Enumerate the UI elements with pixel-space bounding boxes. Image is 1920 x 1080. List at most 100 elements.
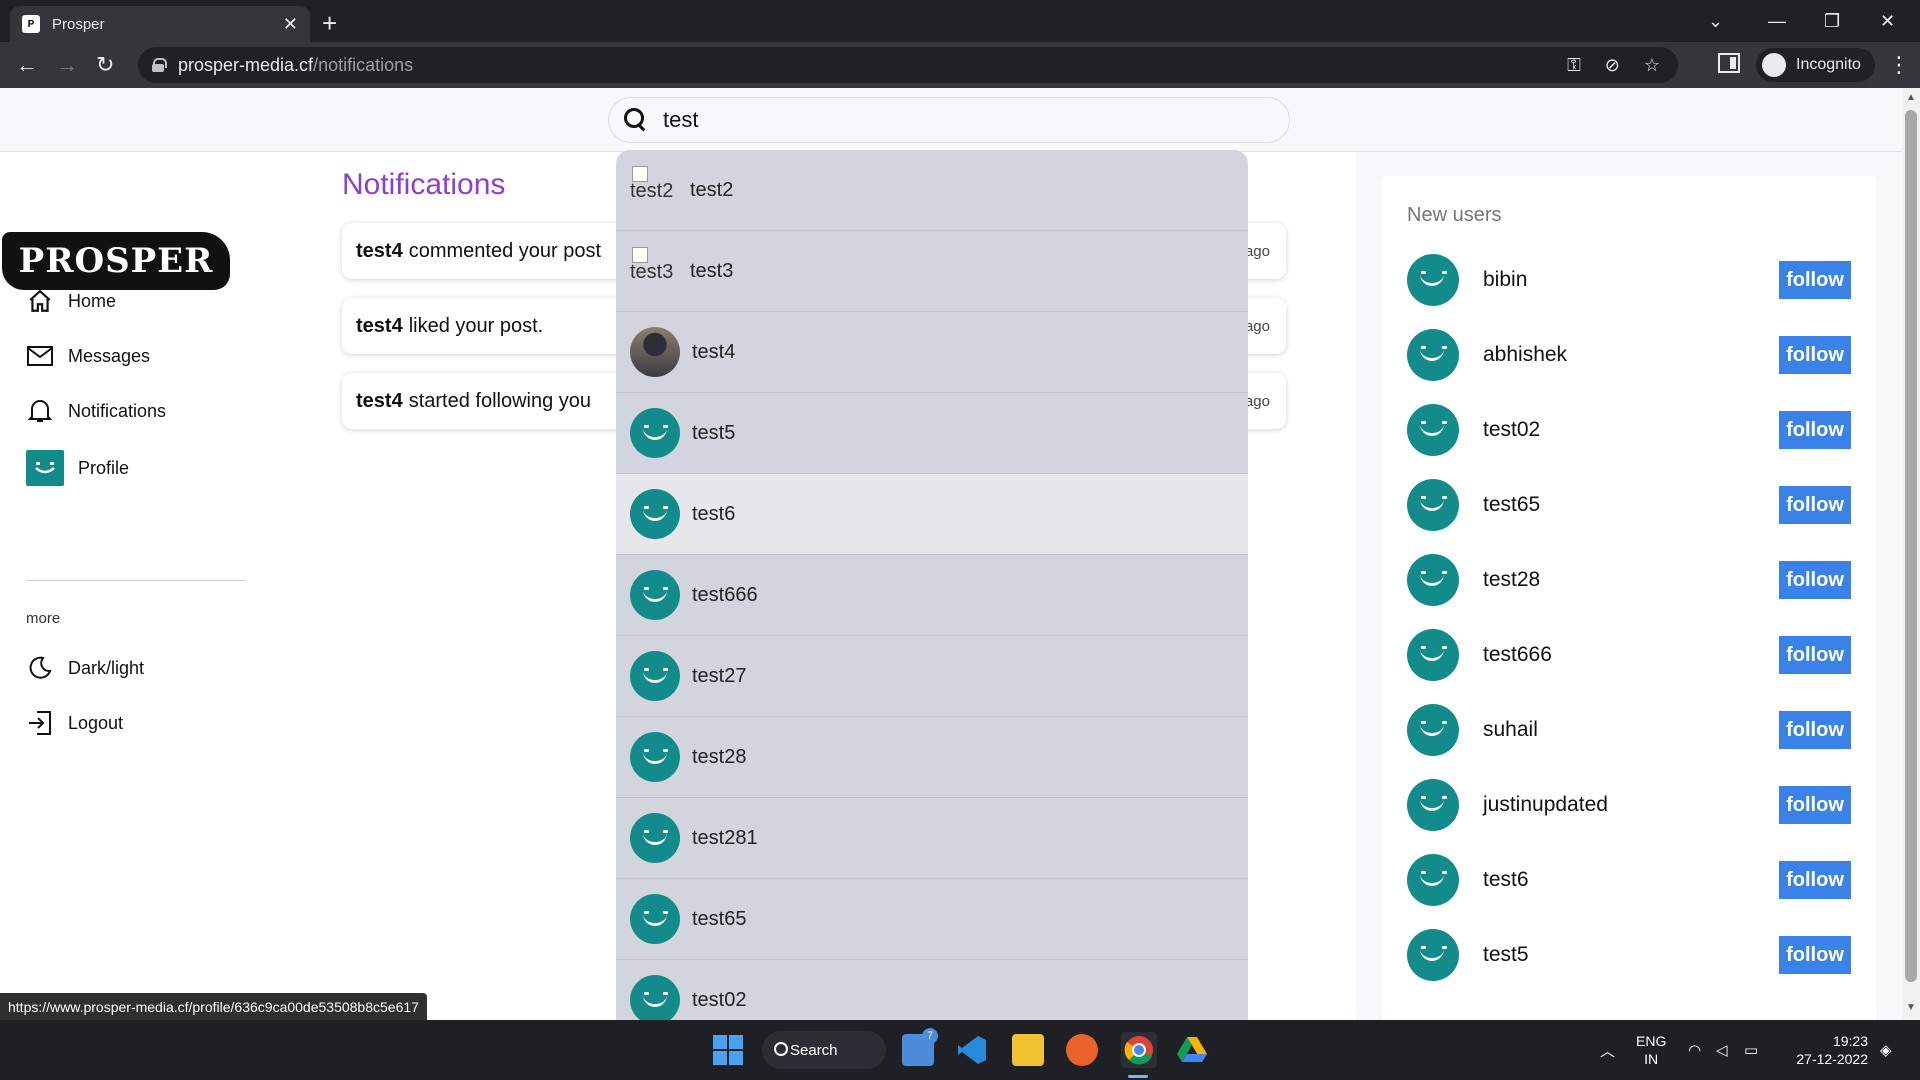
chrome-active-indicator	[1128, 1075, 1148, 1078]
sidebar-item-home[interactable]: Home	[26, 287, 116, 315]
user-photo	[630, 327, 680, 377]
vscode-icon[interactable]	[956, 1034, 988, 1066]
follow-button[interactable]: follow	[1779, 711, 1851, 749]
browser-tab[interactable]: P Prosper ✕	[10, 6, 310, 42]
search-result-item[interactable]: test666	[616, 555, 1248, 636]
default-avatar	[630, 813, 680, 863]
new-user-name[interactable]: bibin	[1483, 268, 1527, 292]
wifi-icon[interactable]: ◠	[1688, 1020, 1701, 1080]
search-result-item[interactable]: test28	[616, 717, 1248, 798]
restore-icon[interactable]: ❐	[1824, 0, 1840, 42]
dark-light-toggle[interactable]: Dark/light	[26, 654, 144, 682]
incognito-button[interactable]: Incognito	[1756, 48, 1875, 82]
new-user-row: test6 follow	[1407, 854, 1851, 906]
follow-button[interactable]: follow	[1779, 861, 1851, 899]
avatar	[26, 450, 64, 486]
notification-center-icon[interactable]: ◈	[1880, 1020, 1892, 1080]
logo[interactable]: PROSPER	[2, 232, 230, 290]
tray-overflow-icon[interactable]: ︿	[1600, 1020, 1615, 1080]
language-code: ENG	[1636, 1033, 1667, 1049]
search-result-name: test65	[692, 907, 747, 930]
search-result-item[interactable]: test5	[616, 393, 1248, 474]
close-tab-icon[interactable]: ✕	[283, 14, 298, 35]
chrome-icon[interactable]	[1121, 1032, 1157, 1068]
search-result-item[interactable]: test281	[616, 798, 1248, 879]
search-result-item[interactable]: test6	[616, 474, 1248, 555]
follow-button[interactable]: follow	[1779, 336, 1851, 374]
address-bar: ← → ↻ prosper-media.cf/notifications ⚿ ⊘…	[0, 42, 1920, 88]
search-result-item[interactable]: test65	[616, 879, 1248, 960]
tab-search-icon[interactable]: ⌄	[1708, 0, 1723, 42]
new-user-row: suhail follow	[1407, 704, 1851, 756]
follow-button[interactable]: follow	[1779, 411, 1851, 449]
minimize-icon[interactable]: —	[1768, 0, 1786, 42]
follow-button[interactable]: follow	[1779, 786, 1851, 824]
browser-menu-icon[interactable]: ⋮	[1888, 52, 1910, 78]
sidebar-item-profile[interactable]: Profile	[26, 450, 129, 486]
search-result-item[interactable]: test02	[616, 960, 1248, 1020]
follow-button[interactable]: follow	[1779, 561, 1851, 599]
windows-start-icon[interactable]	[712, 1034, 744, 1066]
new-user-name[interactable]: test666	[1483, 643, 1552, 667]
logout-icon	[26, 709, 54, 737]
taskbar-search[interactable]: Search	[762, 1031, 886, 1069]
page-scrollbar[interactable]: ▲ ▼	[1902, 88, 1920, 1020]
reload-icon[interactable]: ↻	[96, 52, 114, 78]
back-icon[interactable]: ←	[16, 52, 38, 78]
follow-button[interactable]: follow	[1779, 636, 1851, 674]
file-explorer-icon[interactable]	[1012, 1034, 1044, 1066]
default-avatar	[1407, 404, 1459, 456]
default-avatar	[1407, 929, 1459, 981]
home-icon	[26, 287, 54, 315]
lock-icon	[152, 58, 167, 72]
close-window-icon[interactable]: ✕	[1880, 0, 1895, 42]
firefox-icon[interactable]	[1066, 1034, 1098, 1066]
eye-off-icon[interactable]: ⊘	[1605, 55, 1620, 76]
bell-icon	[26, 397, 54, 425]
new-user-name[interactable]: test65	[1483, 493, 1540, 517]
url-field[interactable]: prosper-media.cf/notifications ⚿ ⊘ ☆	[138, 47, 1678, 83]
follow-button[interactable]: follow	[1779, 936, 1851, 974]
forward-icon[interactable]: →	[56, 52, 78, 78]
search-result-item[interactable]: test2 test2	[616, 150, 1248, 231]
new-user-name[interactable]: test28	[1483, 568, 1540, 592]
notification-user[interactable]: test4	[356, 390, 403, 413]
new-user-name[interactable]: test6	[1483, 868, 1529, 892]
star-icon[interactable]: ☆	[1644, 55, 1660, 76]
search-box[interactable]	[608, 97, 1290, 143]
search-input[interactable]	[663, 107, 1223, 133]
incognito-icon	[1762, 53, 1786, 77]
key-icon[interactable]: ⚿	[1567, 55, 1581, 76]
battery-icon[interactable]: ▭	[1744, 1020, 1758, 1080]
new-user-name[interactable]: abhishek	[1483, 343, 1567, 367]
sidebar-item-notifications[interactable]: Notifications	[26, 397, 166, 425]
sidebar-item-messages[interactable]: Messages	[26, 342, 150, 370]
new-user-name[interactable]: test5	[1483, 943, 1529, 967]
taskbar: Search 7 ︿ ENG IN ◠ ◁ ▭ 19:23 27-12-2022…	[0, 1020, 1920, 1080]
language-indicator[interactable]: ENG IN	[1636, 1032, 1666, 1068]
notification-user[interactable]: test4	[356, 315, 403, 338]
new-user-name[interactable]: suhail	[1483, 718, 1538, 742]
google-drive-icon[interactable]	[1176, 1034, 1208, 1066]
new-user-name[interactable]: justinupdated	[1483, 793, 1608, 817]
new-tab-icon[interactable]: +	[322, 8, 337, 39]
default-avatar	[1407, 704, 1459, 756]
clock[interactable]: 19:23 27-12-2022	[1790, 1032, 1868, 1068]
side-panel-icon[interactable]	[1718, 53, 1740, 73]
notification-time: ago	[1244, 242, 1270, 260]
notification-user[interactable]: test4	[356, 240, 403, 263]
search-icon	[623, 107, 649, 133]
scroll-down-icon[interactable]: ▼	[1906, 1002, 1916, 1013]
follow-button[interactable]: follow	[1779, 486, 1851, 524]
follow-button[interactable]: follow	[1779, 261, 1851, 299]
search-result-item[interactable]: test3 test3	[616, 231, 1248, 312]
default-avatar	[1407, 329, 1459, 381]
scrollbar-thumb[interactable]	[1905, 110, 1917, 982]
new-user-name[interactable]: test02	[1483, 418, 1540, 442]
logout-button[interactable]: Logout	[26, 709, 123, 737]
volume-icon[interactable]: ◁	[1716, 1020, 1728, 1080]
search-result-item[interactable]: test4	[616, 312, 1248, 393]
search-result-item[interactable]: test27	[616, 636, 1248, 717]
new-user-row: bibin follow	[1407, 254, 1851, 306]
scroll-up-icon[interactable]: ▲	[1906, 92, 1916, 103]
